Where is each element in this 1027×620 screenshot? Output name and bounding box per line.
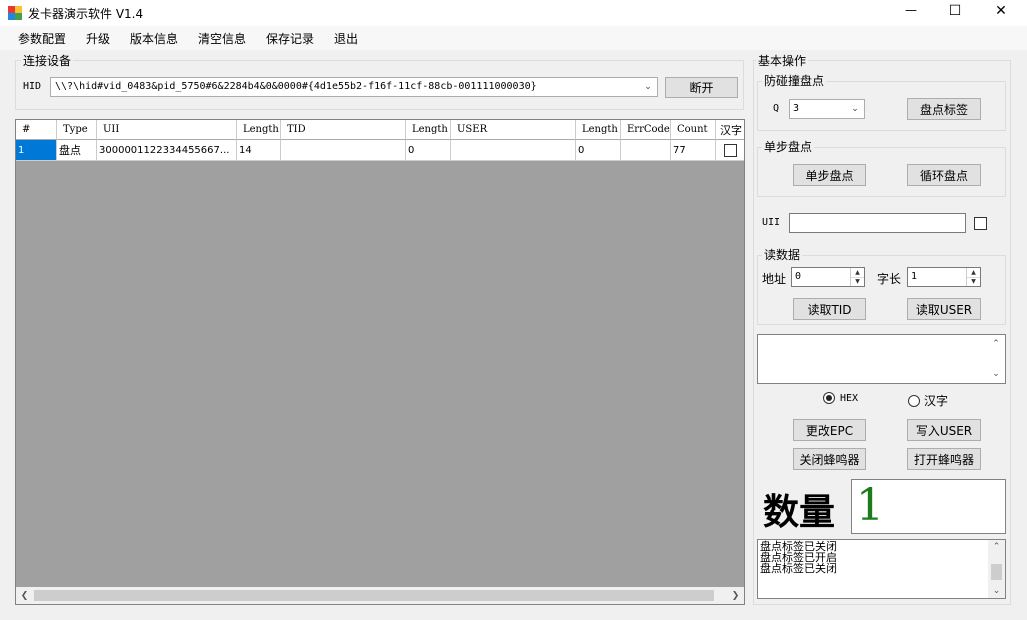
window-title: 发卡器演示软件 V1.4 <box>28 7 144 21</box>
disconnect-button[interactable]: 断开 <box>665 77 738 98</box>
maximize-button[interactable]: ☐ <box>944 3 966 19</box>
menu-clear-info[interactable]: 清空信息 <box>198 30 246 47</box>
single-inventory-button[interactable]: 单步盘点 <box>793 164 866 186</box>
address-label: 地址 <box>762 272 787 286</box>
cell-user-length[interactable]: 0 <box>576 140 621 161</box>
hex-label: HEX <box>840 392 859 404</box>
q-select[interactable]: 3 ⌄ <box>789 99 865 119</box>
hanzi-checkbox[interactable] <box>724 143 737 157</box>
cell-errcode[interactable] <box>621 140 671 161</box>
minimize-button[interactable]: — <box>900 3 922 17</box>
q-label: Q <box>773 103 780 114</box>
col-count: Count <box>671 120 716 140</box>
log-line-3: 盘点标签已关闭 <box>760 562 837 575</box>
address-spinner[interactable]: 0 ▲ ▼ <box>791 267 865 287</box>
cell-count[interactable]: 77 <box>671 140 716 161</box>
length-spin-buttons[interactable]: ▲ ▼ <box>966 268 980 286</box>
scroll-left-icon[interactable]: ❮ <box>16 587 33 604</box>
address-value: 0 <box>795 271 802 282</box>
tag-table: # Type UII Length TID Length USER Length… <box>15 119 745 605</box>
read-tid-button[interactable]: 读取TID <box>793 298 866 320</box>
q-value: 3 <box>793 103 800 114</box>
loop-inventory-button[interactable]: 循环盘点 <box>907 164 981 186</box>
col-user: USER <box>451 120 576 140</box>
app-icon <box>8 6 22 20</box>
scroll-right-icon[interactable]: ❯ <box>727 587 744 604</box>
col-index: # <box>16 120 57 140</box>
scroll-thumb[interactable] <box>34 590 714 601</box>
cell-tid-length[interactable]: 0 <box>406 140 451 161</box>
read-data-legend: 读数据 <box>762 246 803 263</box>
log-scrollbar[interactable]: ⌃ ⌄ <box>988 540 1005 598</box>
uii-checkbox[interactable] <box>974 217 987 230</box>
cell-type[interactable]: 盘点 <box>57 140 97 161</box>
change-epc-button[interactable]: 更改EPC <box>793 419 866 441</box>
data-textarea[interactable]: ⌃ ⌄ <box>757 334 1006 384</box>
hanzi-label: 汉字 <box>924 394 949 408</box>
hex-radio-dot[interactable] <box>823 392 835 404</box>
menu-upgrade[interactable]: 升级 <box>86 30 110 47</box>
log-scroll-thumb[interactable] <box>991 564 1002 580</box>
scroll-up-icon[interactable]: ⌃ <box>988 540 1005 554</box>
inventory-tag-button[interactable]: 盘点标签 <box>907 98 981 120</box>
cell-hanzi[interactable] <box>716 140 744 161</box>
close-button[interactable]: ✕ <box>990 3 1012 19</box>
title-bar: 发卡器演示软件 V1.4 — ☐ ✕ <box>0 0 1027 26</box>
scroll-down-icon[interactable]: ⌄ <box>989 367 1003 381</box>
col-uii: UII <box>97 120 237 140</box>
chevron-down-icon: ⌄ <box>644 82 652 92</box>
col-user-length: Length <box>576 120 621 140</box>
quantity-label: 数量 <box>763 491 836 533</box>
scroll-down-icon[interactable]: ⌄ <box>988 584 1005 598</box>
hex-radio[interactable]: HEX <box>823 392 858 404</box>
cell-uii[interactable]: 3000001122334455667... <box>97 140 237 161</box>
write-user-button[interactable]: 写入USER <box>907 419 981 441</box>
buzzer-off-button[interactable]: 关闭蜂鸣器 <box>793 448 866 470</box>
log-textarea[interactable]: 盘点标签已关闭 盘点标签已开启 盘点标签已关闭 ⌃ ⌄ <box>757 539 1006 599</box>
hid-label: HID <box>23 81 42 92</box>
menu-save-record[interactable]: 保存记录 <box>266 30 314 47</box>
col-hanzi: 汉字 <box>716 120 744 140</box>
hanzi-radio[interactable]: 汉字 <box>908 392 948 409</box>
length-value: 1 <box>911 271 918 282</box>
col-errcode: ErrCode <box>621 120 671 140</box>
cell-user[interactable] <box>451 140 576 161</box>
address-spin-buttons[interactable]: ▲ ▼ <box>850 268 864 286</box>
read-user-button[interactable]: 读取USER <box>907 298 981 320</box>
length-label: 字长 <box>877 272 902 286</box>
cell-uii-length[interactable]: 14 <box>237 140 281 161</box>
menu-exit[interactable]: 退出 <box>334 30 358 47</box>
device-select[interactable]: \\?\hid#vid_0483&pid_5750#6&2284b4&0&000… <box>50 77 658 97</box>
buzzer-on-button[interactable]: 打开蜂鸣器 <box>907 448 981 470</box>
length-spinner[interactable]: 1 ▲ ▼ <box>907 267 981 287</box>
uii-input[interactable] <box>789 213 966 233</box>
quantity-display: 1 <box>851 479 1006 534</box>
basic-legend: 基本操作 <box>756 52 809 69</box>
connect-legend: 连接设备 <box>21 52 74 69</box>
col-type: Type <box>57 120 97 140</box>
menu-version-info[interactable]: 版本信息 <box>130 30 178 47</box>
chevron-down-icon: ⌄ <box>851 104 859 114</box>
col-tid: TID <box>281 120 406 140</box>
hanzi-radio-dot[interactable] <box>908 394 920 407</box>
uii-label: UII <box>762 217 781 228</box>
device-path: \\?\hid#vid_0483&pid_5750#6&2284b4&0&000… <box>55 81 537 92</box>
quantity-value: 1 <box>856 480 884 531</box>
scroll-up-icon[interactable]: ⌃ <box>989 337 1003 351</box>
single-step-legend: 单步盘点 <box>762 138 815 155</box>
cell-tid[interactable] <box>281 140 406 161</box>
col-tid-length: Length <box>406 120 451 140</box>
horizontal-scrollbar[interactable]: ❮ ❯ <box>16 587 744 604</box>
menu-param-config[interactable]: 参数配置 <box>18 30 66 47</box>
cell-index[interactable]: 1 <box>16 140 57 161</box>
anticollision-legend: 防碰撞盘点 <box>762 72 827 89</box>
col-uii-length: Length <box>237 120 281 140</box>
